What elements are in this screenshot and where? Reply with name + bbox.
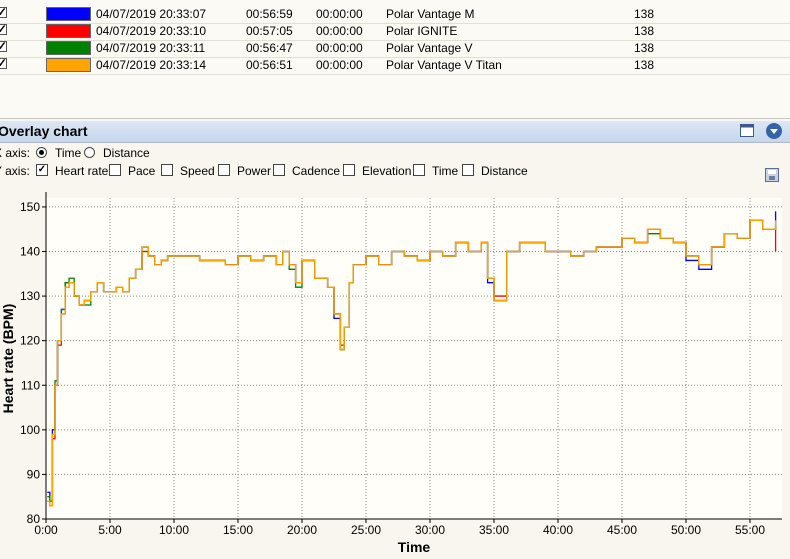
x-tick-label: 40:00 [543,523,573,537]
x-tick-label: 35:00 [479,523,509,537]
y-tick-label: 80 [27,512,41,526]
y-axis-title: Heart rate (BPM) [0,304,16,414]
x-axis-distance-radio[interactable] [84,147,95,158]
y-axis-option-label: Speed [180,164,215,178]
y-axis-checkbox[interactable]: ✓ [36,164,48,176]
session-duration: 00:56:51 [246,58,293,72]
x-tick-label: 55:00 [735,523,765,537]
y-tick-label: 130 [20,289,40,303]
session-offset: 00:00:00 [316,58,363,72]
x-axis-label: X axis: [0,146,31,160]
session-row[interactable]: ✓ 04/07/2019 20:33:11 00:56:47 00:00:00 Pola… [0,40,790,58]
y-axis-checkbox[interactable] [413,164,425,176]
x-tick-label: 30:00 [415,523,445,537]
overlay-chart-header: Overlay chart [0,121,790,143]
y-tick-label: 110 [21,378,40,392]
y-axis-option-label: Heart rate [55,164,109,178]
overlay-line-chart: 0:00 5:00 10:00 15:00 20:00 25:00 30:00 35:00 40… [0,192,782,555]
y-axis-checkbox[interactable] [161,164,173,176]
x-tick-label: 50:00 [671,523,701,537]
session-device: Polar Vantage M [386,7,475,21]
session-value: 138 [634,41,655,55]
session-offset: 00:00:00 [316,24,363,38]
session-checkbox[interactable]: ✓ [0,23,7,35]
session-value: 138 [634,24,655,38]
y-tick-label: 140 [20,245,40,259]
y-tick-label: 90 [27,467,41,481]
window-icon[interactable] [740,124,754,137]
y-tick-label: 100 [20,423,40,437]
session-offset: 00:00:00 [316,7,363,21]
y-axis-checkbox[interactable] [109,164,121,176]
session-device: Polar Vantage V [386,41,473,55]
session-duration: 00:56:47 [246,41,293,55]
session-checkbox[interactable]: ✓ [0,57,7,69]
y-axis-option-label: Cadence [292,164,341,178]
x-tick-label: 5:00 [98,523,122,537]
y-tick-label: 120 [20,334,40,348]
x-tick-label: 10:00 [159,523,189,537]
y-axis-row: Y axis: ✓ Heart rate Pace Speed Power Cadence… [0,162,790,180]
session-value: 138 [634,58,655,72]
session-row[interactable]: ✓ 04/07/2019 20:33:10 00:57:05 00:00:00 Pola… [0,23,790,41]
session-duration: 00:57:05 [246,24,293,38]
y-axis-option-label: Time [432,164,459,178]
session-color-swatch[interactable] [46,7,91,21]
session-device: Polar Vantage V Titan [386,58,502,72]
session-checkbox[interactable]: ✓ [0,40,7,52]
y-tick-label: 150 [20,200,40,214]
y-axis-checkbox[interactable] [218,164,230,176]
save-icon[interactable] [765,168,779,182]
y-axis-option-label: Power [237,164,272,178]
x-axis-row: X axis: Time Distance [0,144,790,162]
x-axis-time-radio[interactable] [36,147,47,158]
panel-title: Overlay chart [0,123,88,139]
y-axis-option-label: Pace [128,164,156,178]
session-row[interactable]: ✓ 04/07/2019 20:33:07 00:56:59 00:00:00 Pola… [0,6,790,24]
x-axis-title: Time [398,539,431,555]
session-row[interactable]: ✓ 04/07/2019 20:33:14 00:56:51 00:00:00 Pola… [0,57,790,75]
x-tick-label: 20:00 [287,523,317,537]
y-axis-checkbox[interactable] [273,164,285,176]
y-axis-option-label: Distance [481,164,528,178]
plot-area [46,198,782,519]
y-axis-option-label: Elevation [362,164,412,178]
y-axis-checkbox[interactable] [343,164,355,176]
session-color-swatch[interactable] [46,58,91,72]
x-tick-label: 45:00 [607,523,637,537]
session-color-swatch[interactable] [46,41,91,55]
session-table: ✓ 04/07/2019 20:33:07 00:56:59 00:00:00 Pola… [0,0,790,119]
session-start: 04/07/2019 20:33:14 [96,58,207,72]
session-device: Polar IGNITE [386,24,458,38]
session-offset: 00:00:00 [316,41,363,55]
session-duration: 00:56:59 [246,7,293,21]
x-axis-time-label: Time [55,146,82,160]
x-tick-label: 25:00 [351,523,381,537]
session-start: 04/07/2019 20:33:11 [96,41,206,55]
session-start: 04/07/2019 20:33:10 [96,24,207,38]
session-value: 138 [634,7,655,21]
session-start: 04/07/2019 20:33:07 [96,7,207,21]
x-tick-label: 15:00 [223,523,253,537]
session-color-swatch[interactable] [46,24,91,38]
y-axis-label: Y axis: [0,164,30,178]
y-axis-checkbox[interactable] [462,164,474,176]
session-checkbox[interactable]: ✓ [0,6,7,18]
chevron-down-circle-icon[interactable] [766,123,782,139]
x-axis-distance-label: Distance [103,146,150,160]
